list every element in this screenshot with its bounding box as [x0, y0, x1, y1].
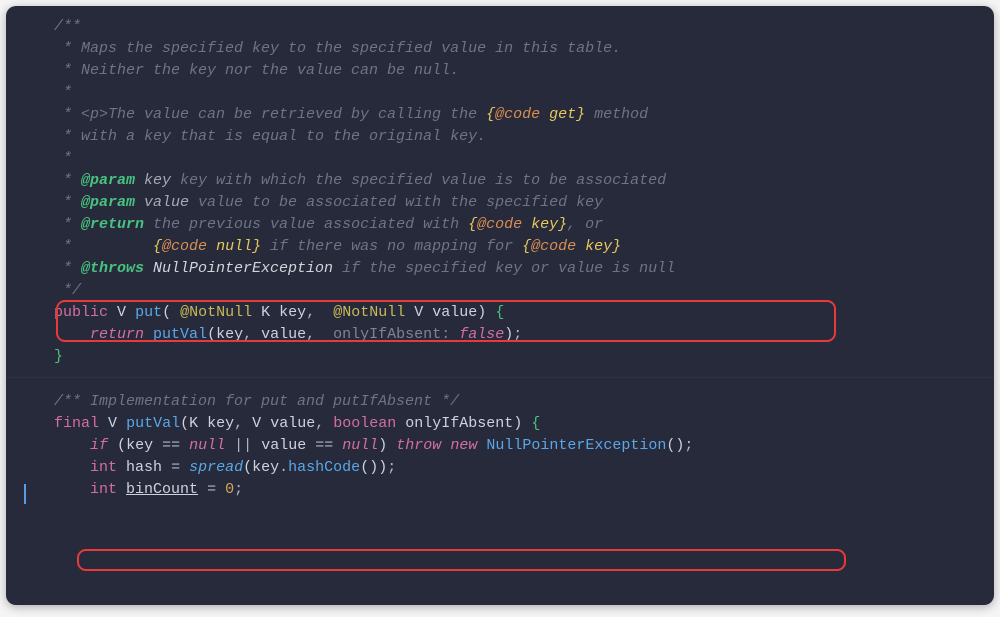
keyword-final: final — [54, 415, 99, 432]
param-name: key — [279, 304, 306, 321]
javadoc-throws-tag: @throws — [81, 260, 144, 277]
javadoc-brace: { — [486, 106, 495, 123]
javadoc-param-tag: @param — [81, 194, 135, 211]
code-content-2[interactable]: /** Implementation for put and putIfAbse… — [6, 391, 994, 501]
text-cursor — [24, 484, 26, 504]
lparen: ( — [162, 304, 171, 321]
keyword-return: return — [90, 326, 144, 343]
param-type: V — [414, 304, 423, 321]
inlay-hint: onlyIfAbsent: — [333, 326, 459, 343]
method-name-putval: putVal — [126, 415, 180, 432]
close-brace: } — [54, 348, 63, 365]
javadoc-code-tag: @code — [495, 106, 540, 123]
method-call-hashcode: hashCode — [288, 459, 360, 476]
javadoc-throws-desc: if the specified key or value is null — [333, 260, 675, 277]
javadoc-line: * Maps the specified key to the specifie… — [54, 40, 621, 57]
section-divider — [6, 377, 994, 391]
keyword-null: null — [189, 437, 225, 454]
javadoc-param-desc: value to be associated with the specifie… — [198, 194, 603, 211]
var-hash: hash — [126, 459, 162, 476]
javadoc-brace: { — [153, 238, 162, 255]
impl-comment: /** Implementation for put and putIfAbse… — [54, 393, 459, 410]
javadoc-code-text: get} — [540, 106, 585, 123]
javadoc-param-desc: key with which the specified value is to… — [180, 172, 666, 189]
param-name: onlyIfAbsent — [405, 415, 513, 432]
javadoc-text: method — [585, 106, 648, 123]
keyword-null: null — [342, 437, 378, 454]
javadoc-star: * — [54, 194, 81, 211]
javadoc-brace: { — [522, 238, 531, 255]
literal-zero: 0 — [225, 481, 234, 498]
open-brace: { — [531, 415, 540, 432]
keyword-new: new — [450, 437, 477, 454]
javadoc-text: if there was no mapping for — [261, 238, 522, 255]
annotation-notnull: @NotNull — [333, 304, 405, 321]
javadoc-param-name: value — [135, 194, 198, 211]
javadoc-throws-type: NullPointerException — [144, 260, 333, 277]
return-type: V — [108, 415, 117, 432]
javadoc-param-name: key — [135, 172, 180, 189]
keyword-public: public — [54, 304, 108, 321]
javadoc-text: , or — [567, 216, 603, 233]
javadoc-param-tag: @param — [81, 172, 135, 189]
method-call-putval: putVal — [153, 326, 207, 343]
param-type: K — [261, 304, 270, 321]
keyword-if: if — [90, 437, 108, 454]
javadoc-star: * — [54, 238, 153, 255]
javadoc-line: * Neither the key nor the value can be n… — [54, 62, 459, 79]
method-call-spread: spread — [189, 459, 243, 476]
javadoc-close: */ — [54, 282, 81, 299]
rparen: ) — [477, 304, 486, 321]
javadoc-line: * <p>The value can be retrieved by calli… — [54, 106, 486, 123]
javadoc-line: * — [54, 150, 72, 167]
param-name: value — [432, 304, 477, 321]
javadoc-code-tag: @code — [477, 216, 522, 233]
javadoc-code-tag: @code — [531, 238, 576, 255]
keyword-boolean: boolean — [333, 415, 396, 432]
var-bincount: binCount — [126, 481, 198, 498]
javadoc-star: * — [54, 216, 81, 233]
highlight-null-check — [77, 549, 846, 571]
javadoc-brace: { — [468, 216, 477, 233]
keyword-throw: throw — [396, 437, 441, 454]
method-name-put: put — [135, 304, 162, 321]
code-editor-window: /** * Maps the specified key to the spec… — [6, 6, 994, 605]
return-type: V — [117, 304, 126, 321]
open-brace: { — [495, 304, 504, 321]
javadoc-code-text: key} — [576, 238, 621, 255]
javadoc-line: * with a key that is equal to the origin… — [54, 128, 486, 145]
keyword-false: false — [459, 326, 504, 343]
keyword-int: int — [90, 459, 117, 476]
keyword-int: int — [90, 481, 117, 498]
javadoc-star: * — [54, 172, 81, 189]
javadoc-text: the previous value associated with — [144, 216, 468, 233]
javadoc-open: /** — [54, 18, 81, 35]
javadoc-code-text: null} — [207, 238, 261, 255]
javadoc-code-tag: @code — [162, 238, 207, 255]
javadoc-star: * — [54, 260, 81, 277]
javadoc-return-tag: @return — [81, 216, 144, 233]
code-content[interactable]: /** * Maps the specified key to the spec… — [6, 16, 994, 368]
javadoc-line: * — [54, 84, 72, 101]
class-npe: NullPointerException — [486, 437, 666, 454]
javadoc-code-text: key} — [522, 216, 567, 233]
annotation-notnull: @NotNull — [180, 304, 252, 321]
